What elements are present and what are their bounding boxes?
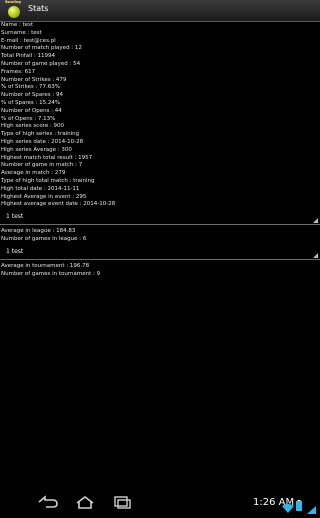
cell-signal-icon: [307, 499, 316, 514]
main-stats-list: Name : test Surname : test E-mail : test@c…: [0, 22, 320, 209]
stat-line: % of Opens : 7.13%: [1, 115, 56, 122]
stats-content: Name : test Surname : test E-mail : test@c…: [0, 22, 320, 278]
stat-line: Frames: 617: [1, 68, 36, 75]
stat-line: % of Spares : 15.24%: [1, 99, 61, 106]
stat-line: Type of high series : training: [1, 131, 80, 138]
stat-line: Average in match : 279: [1, 170, 66, 177]
tournament-spinner[interactable]: 1 test: [0, 245, 320, 260]
stat-line: Number of Spares : 94: [1, 92, 63, 99]
dropdown-corner-icon: [313, 218, 318, 224]
stat-line: Number of game in match : 7: [1, 162, 83, 169]
stat-line: Total Pinfall : 11994: [1, 53, 56, 60]
tournament-stats-list: Average in tournament : 196.78 Number of …: [0, 263, 320, 279]
bowling-ball-logo-icon[interactable]: Bowling: [4, 0, 22, 21]
stat-line: High total date : 2014-11-11: [1, 185, 80, 192]
tournament-stat-line: Average in tournament : 196.78: [1, 262, 90, 269]
app-logo-text: Bowling: [5, 0, 21, 4]
stat-line: High series Average : 300: [1, 146, 72, 153]
stat-line: Highest match total result : 1957: [1, 154, 93, 161]
stat-line: % of Strikes : 77.63%: [1, 84, 61, 91]
home-icon[interactable]: [73, 494, 97, 510]
stat-line: Type of high total match : training: [1, 177, 95, 184]
stat-line: High series date : 2014-10-28: [1, 138, 84, 145]
page-title: Stats: [28, 4, 49, 13]
stat-line: Number of Opens : 44: [1, 107, 62, 114]
league-stats-list: Average in league : 184.83 Number of game…: [0, 228, 320, 244]
tournament-spinner-value: 1 test: [6, 247, 24, 255]
stat-line: Number of game played : 54: [1, 60, 81, 67]
system-navigation-bar: 1:26 AM: [0, 492, 320, 514]
bowling-ball-icon: [8, 6, 20, 18]
tournament-stat-line: Number of games in tournament : 9: [1, 270, 101, 277]
stat-line: Name : test: [1, 22, 34, 28]
stat-line: Highest average event date : 2014-10-28: [1, 201, 116, 208]
stat-line: Number of match played : 12: [1, 45, 82, 52]
stat-line: Highest Average in event : 295: [1, 193, 87, 200]
wifi-icon: [282, 498, 294, 513]
stat-line: Surname : test: [1, 29, 42, 36]
league-stat-line: Number of games in league : 6: [1, 235, 87, 242]
recent-apps-icon[interactable]: [110, 494, 134, 510]
league-spinner[interactable]: 1 test: [0, 210, 320, 226]
stat-line: E-mail : test@ces.pl: [1, 37, 56, 44]
battery-icon: [296, 496, 302, 511]
stat-line: High series score : 900: [1, 123, 65, 130]
back-icon[interactable]: [36, 494, 60, 510]
action-bar: Bowling Stats: [0, 0, 320, 22]
league-spinner-value: 1 test: [6, 213, 24, 221]
league-stat-line: Average in league : 184.83: [1, 228, 76, 235]
dropdown-corner-icon: [313, 252, 318, 258]
stat-line: Number of Strikes : 479: [1, 76, 67, 83]
